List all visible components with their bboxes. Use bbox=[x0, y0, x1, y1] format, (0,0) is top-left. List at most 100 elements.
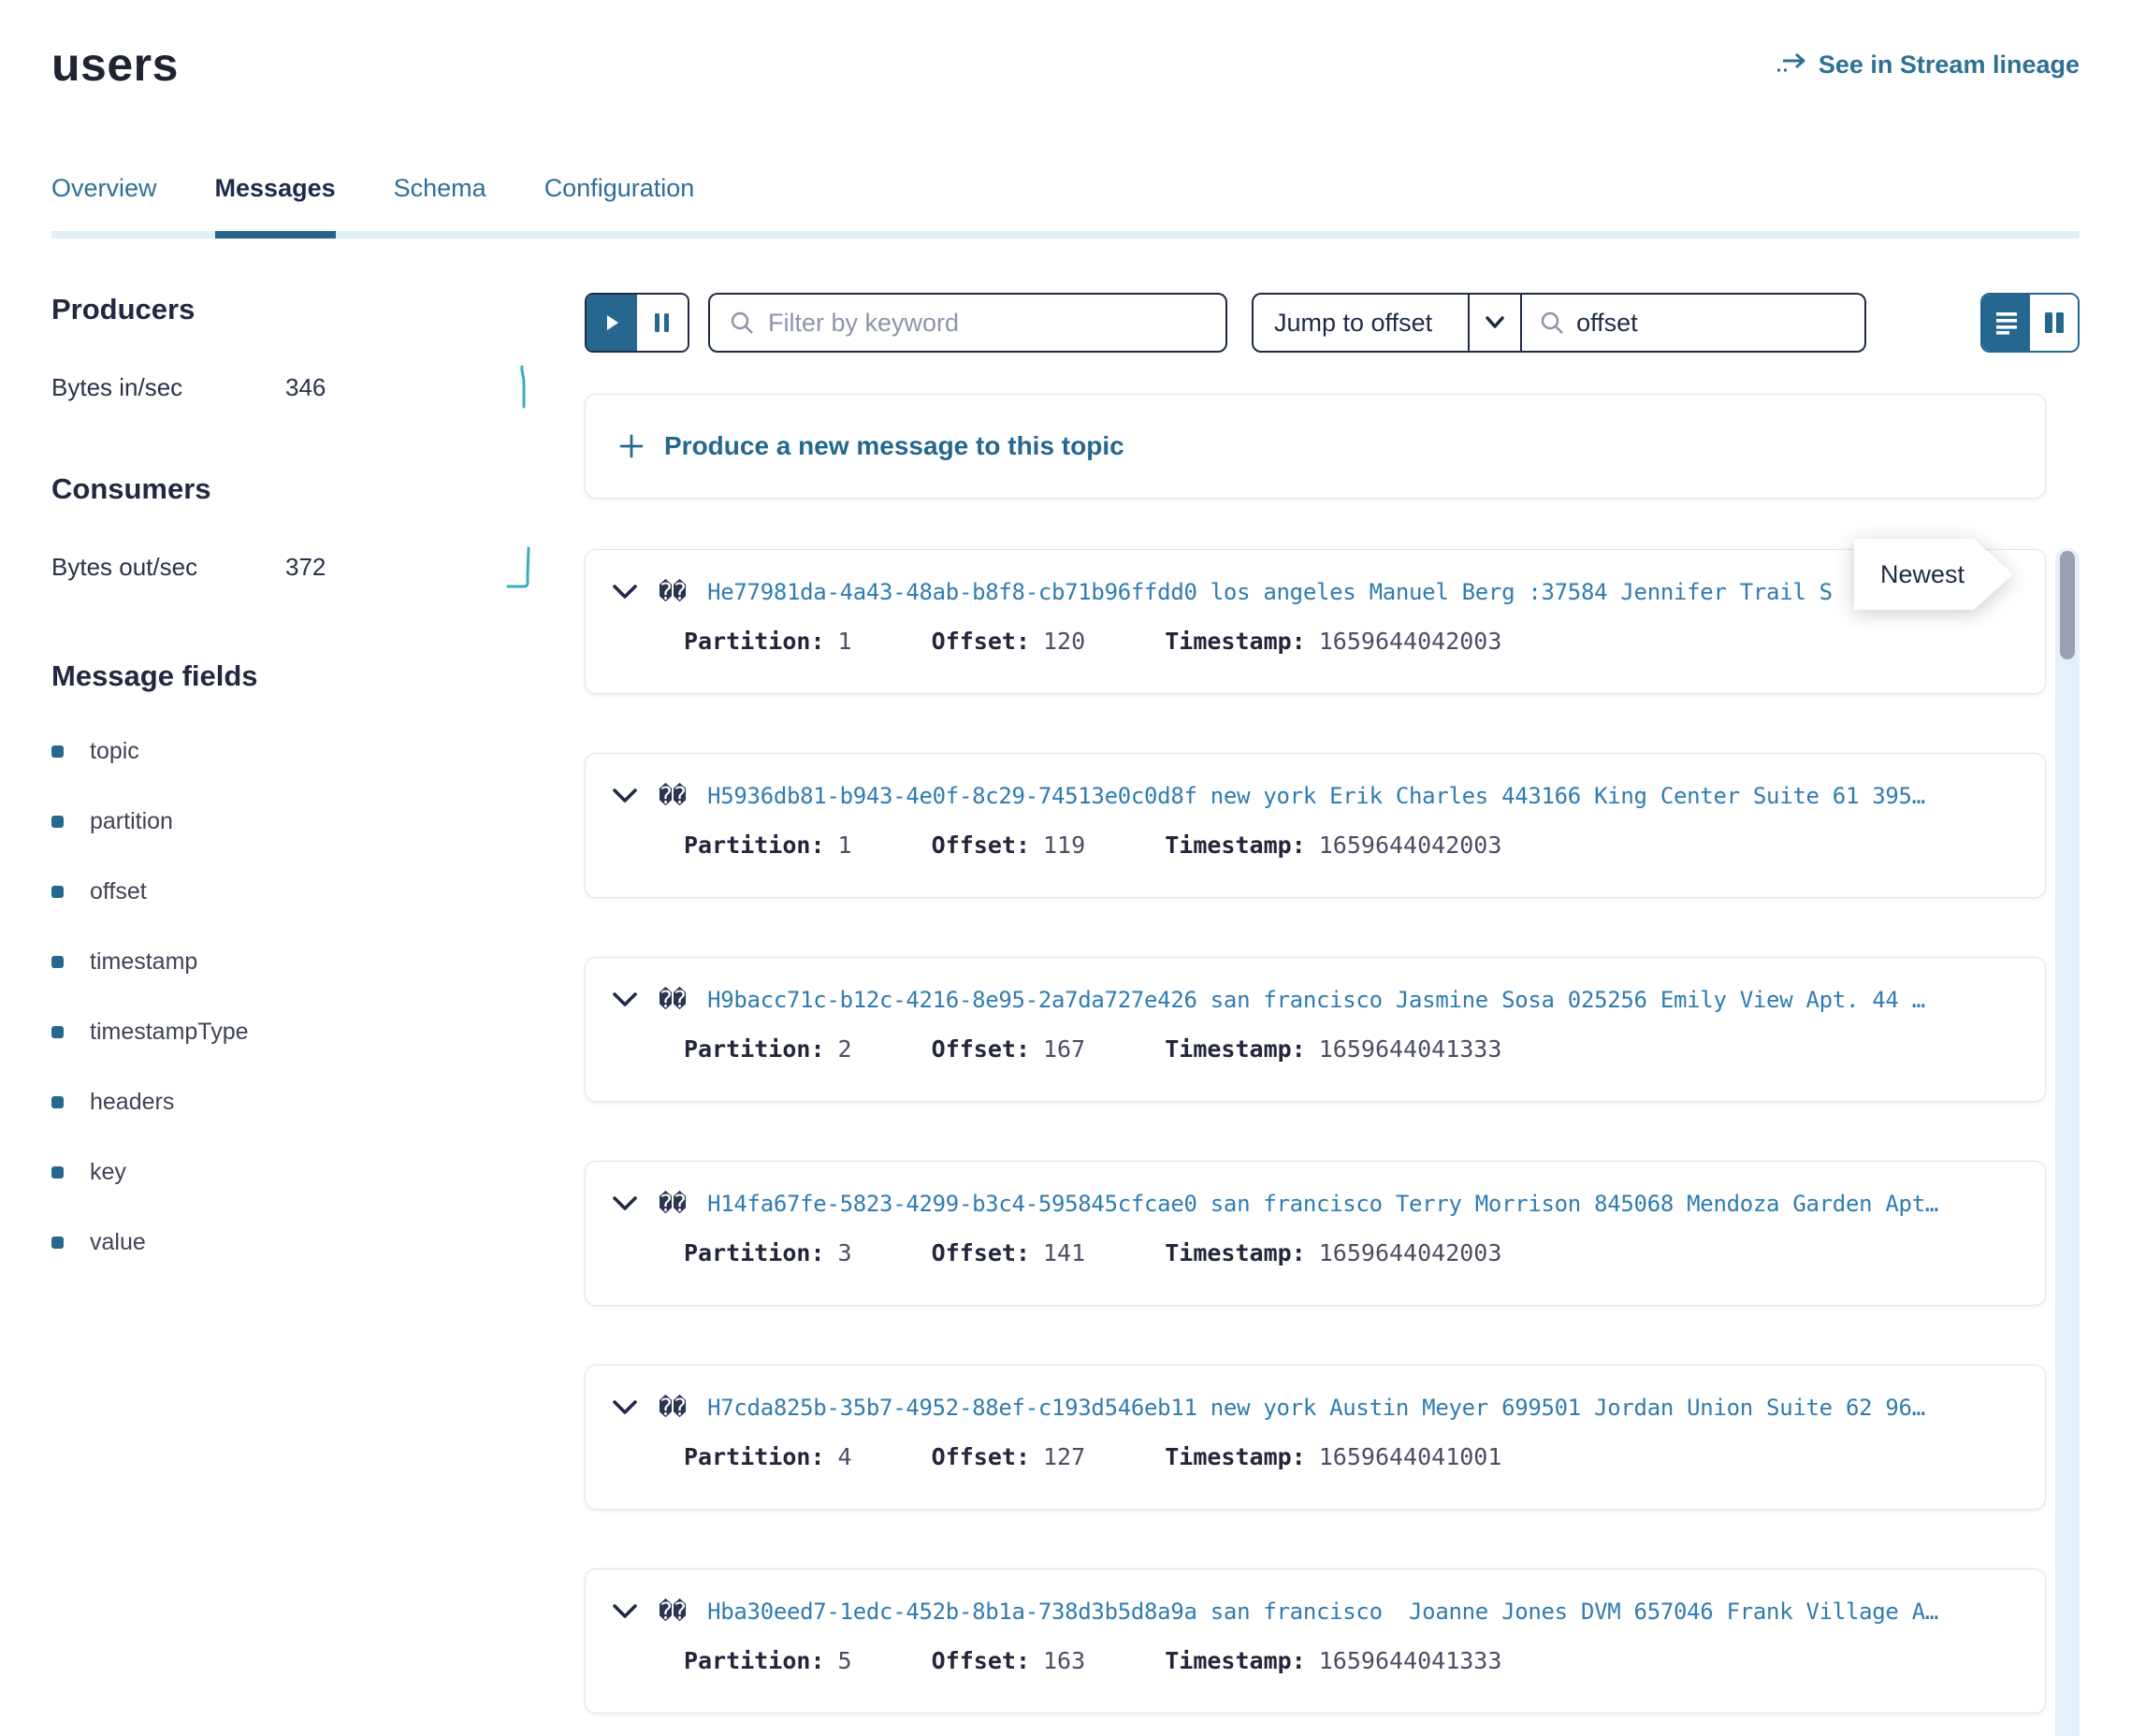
split-view-button[interactable] bbox=[2030, 295, 2078, 351]
page-header: users See in Stream lineage bbox=[51, 37, 2080, 92]
message-fields-list: topic partition offset timestamp timesta… bbox=[51, 738, 585, 1256]
tab-schema[interactable]: Schema bbox=[394, 174, 486, 231]
timestamp-label: Timestamp: bbox=[1165, 1443, 1306, 1470]
stream-lineage-link[interactable]: See in Stream lineage bbox=[1776, 51, 2080, 80]
timestamp-label: Timestamp: bbox=[1165, 1035, 1306, 1063]
search-icon bbox=[729, 310, 755, 336]
expand-chevron-icon[interactable] bbox=[612, 1399, 638, 1416]
message-row: �� He77981da-4a43-48ab-b8f8-cb71b96ffdd0… bbox=[585, 549, 2046, 694]
content: Producers Bytes in/sec 346 Consumers Byt… bbox=[51, 293, 2080, 1714]
field-item-timestamp[interactable]: timestamp bbox=[51, 948, 585, 976]
field-checkbox-icon bbox=[51, 816, 64, 828]
chevron-down-icon[interactable] bbox=[1468, 295, 1520, 351]
expand-chevron-icon[interactable] bbox=[612, 584, 638, 600]
bytes-out-metric: Bytes out/sec 372 bbox=[51, 542, 538, 592]
field-checkbox-icon bbox=[51, 1026, 64, 1038]
newest-tooltip: Newest bbox=[1854, 539, 2013, 610]
offset-search-field bbox=[1522, 293, 1866, 353]
produce-message-button[interactable]: Produce a new message to this topic bbox=[585, 394, 2046, 499]
bytes-out-label: Bytes out/sec bbox=[51, 553, 285, 582]
offset-search-input[interactable] bbox=[1576, 309, 1848, 338]
filter-field bbox=[708, 293, 1227, 353]
partition-value: 1 bbox=[838, 832, 852, 859]
offset-value: 167 bbox=[1043, 1035, 1085, 1063]
pause-button[interactable] bbox=[637, 295, 688, 351]
jump-select-value: Jump to offset bbox=[1254, 309, 1468, 338]
tab-messages[interactable]: Messages bbox=[215, 174, 336, 239]
timestamp-value: 1659644041001 bbox=[1319, 1443, 1502, 1470]
offset-value: 127 bbox=[1043, 1443, 1085, 1470]
bytes-out-sparkline bbox=[506, 542, 538, 592]
field-item-value[interactable]: value bbox=[51, 1229, 585, 1256]
timestamp-value: 1659644042003 bbox=[1319, 1239, 1502, 1266]
timestamp-label: Timestamp: bbox=[1165, 1647, 1306, 1674]
pause-icon bbox=[653, 311, 672, 334]
expand-chevron-icon[interactable] bbox=[612, 1195, 638, 1212]
field-item-offset[interactable]: offset bbox=[51, 878, 585, 905]
replacement-glyphs: �� bbox=[659, 1190, 687, 1217]
messages-scrollbar-thumb[interactable] bbox=[2060, 551, 2075, 659]
message-key-value[interactable]: He77981da-4a43-48ab-b8f8-cb71b96ffdd0 lo… bbox=[707, 579, 1833, 605]
field-item-key[interactable]: key bbox=[51, 1159, 585, 1186]
bytes-in-metric: Bytes in/sec 346 bbox=[51, 362, 538, 412]
message-key-value[interactable]: H7cda825b-35b7-4952-88ef-c193d546eb11 ne… bbox=[707, 1395, 1925, 1421]
newest-tooltip-label: Newest bbox=[1854, 539, 1974, 610]
message-row: �� H14fa67fe-5823-4299-b3c4-595845cfcae0… bbox=[585, 1161, 2046, 1306]
jump-to-offset-select[interactable]: Jump to offset bbox=[1252, 293, 1522, 353]
field-item-partition[interactable]: partition bbox=[51, 808, 585, 835]
producers-heading: Producers bbox=[51, 293, 585, 326]
offset-value: 120 bbox=[1043, 628, 1085, 655]
partition-value: 5 bbox=[838, 1647, 852, 1674]
replacement-glyphs: �� bbox=[659, 1598, 687, 1625]
play-button[interactable] bbox=[587, 295, 637, 351]
list-view-icon bbox=[1995, 311, 2018, 335]
timestamp-value: 1659644041333 bbox=[1319, 1035, 1502, 1063]
messages-panel: Jump to offset bbox=[585, 293, 2080, 1714]
replacement-glyphs: �� bbox=[659, 782, 687, 809]
field-item-headers[interactable]: headers bbox=[51, 1089, 585, 1116]
tab-overview[interactable]: Overview bbox=[51, 174, 157, 231]
tab-configuration[interactable]: Configuration bbox=[544, 174, 695, 231]
expand-chevron-icon[interactable] bbox=[612, 1603, 638, 1620]
timestamp-value: 1659644042003 bbox=[1319, 628, 1502, 655]
offset-label: Offset: bbox=[932, 628, 1030, 655]
message-key-value[interactable]: Hba30eed7-1edc-452b-8b1a-738d3b5d8a9a sa… bbox=[707, 1599, 1938, 1625]
message-key-value[interactable]: H9bacc71c-b12c-4216-8e95-2a7da727e426 sa… bbox=[707, 987, 1925, 1013]
produce-message-label: Produce a new message to this topic bbox=[664, 431, 1124, 461]
partition-value: 4 bbox=[838, 1443, 852, 1470]
topic-tabs: Overview Messages Schema Configuration bbox=[51, 174, 2080, 239]
partition-label: Partition: bbox=[684, 628, 825, 655]
messages-toolbar: Jump to offset bbox=[585, 293, 2080, 353]
replacement-glyphs: �� bbox=[659, 1394, 687, 1421]
field-checkbox-icon bbox=[51, 1166, 64, 1179]
expand-chevron-icon[interactable] bbox=[612, 991, 638, 1008]
messages-scrollbar-track[interactable] bbox=[2055, 548, 2080, 1736]
expand-chevron-icon[interactable] bbox=[612, 788, 638, 804]
partition-value: 2 bbox=[838, 1035, 852, 1063]
field-item-timestampType[interactable]: timestampType bbox=[51, 1019, 585, 1046]
timestamp-label: Timestamp: bbox=[1165, 832, 1306, 859]
message-row: �� H7cda825b-35b7-4952-88ef-c193d546eb11… bbox=[585, 1365, 2046, 1510]
view-mode-toggle bbox=[1980, 293, 2080, 353]
offset-label: Offset: bbox=[932, 1035, 1030, 1063]
field-checkbox-icon bbox=[51, 745, 64, 758]
message-row: �� H5936db81-b943-4e0f-8c29-74513e0c0d8f… bbox=[585, 753, 2046, 898]
partition-label: Partition: bbox=[684, 1443, 825, 1470]
field-checkbox-icon bbox=[51, 1096, 64, 1108]
timestamp-label: Timestamp: bbox=[1165, 1239, 1306, 1266]
partition-value: 3 bbox=[838, 1239, 852, 1266]
message-row: �� H9bacc71c-b12c-4216-8e95-2a7da727e426… bbox=[585, 957, 2046, 1102]
topic-messages-page: users See in Stream lineage Overview Mes… bbox=[0, 0, 2131, 1736]
offset-value: 163 bbox=[1043, 1647, 1085, 1674]
field-item-topic[interactable]: topic bbox=[51, 738, 585, 765]
message-key-value[interactable]: H14fa67fe-5823-4299-b3c4-595845cfcae0 sa… bbox=[707, 1191, 1938, 1217]
list-view-button[interactable] bbox=[1982, 295, 2030, 351]
consumers-heading: Consumers bbox=[51, 472, 585, 506]
offset-label: Offset: bbox=[932, 1647, 1030, 1674]
lineage-arrow-icon bbox=[1776, 51, 1807, 78]
filter-keyword-input[interactable] bbox=[768, 309, 1207, 338]
jump-to-offset-group: Jump to offset bbox=[1252, 293, 1866, 353]
plus-icon bbox=[617, 432, 645, 460]
message-fields-heading: Message fields bbox=[51, 659, 585, 693]
message-key-value[interactable]: H5936db81-b943-4e0f-8c29-74513e0c0d8f ne… bbox=[707, 783, 1925, 809]
